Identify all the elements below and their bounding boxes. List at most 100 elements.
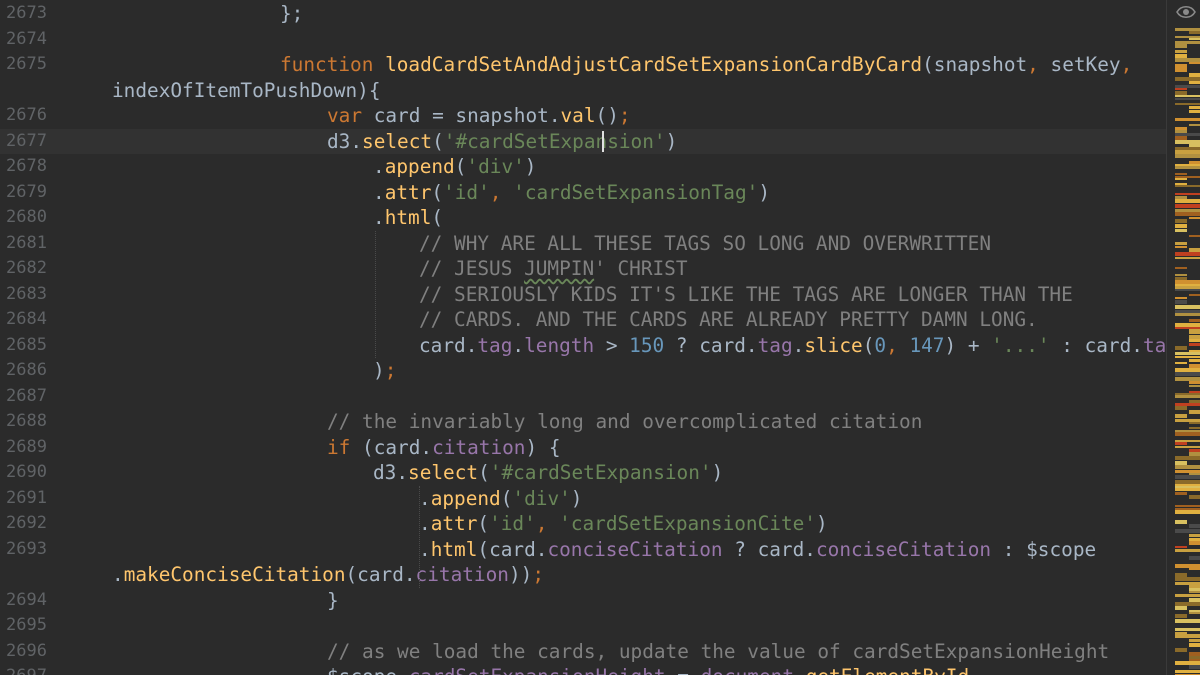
- stripe-marker: [1189, 81, 1200, 84]
- code-line[interactable]: 2677 d3.select('#cardSetExpansion'): [0, 128, 1166, 154]
- code-line[interactable]: 2681 // WHY ARE ALL THESE TAGS SO LONG AN…: [0, 231, 1166, 257]
- stripe-marker: [1175, 297, 1187, 299]
- stripe-marker: [1175, 570, 1200, 572]
- line-number: 2674: [6, 28, 47, 49]
- code-line[interactable]: .makeConciseCitation(card.citation));: [0, 562, 1166, 588]
- line-number: 2690: [6, 462, 47, 482]
- code-text: // SERIOUSLY KIDS IT'S LIKE THE TAGS ARE…: [419, 282, 1073, 308]
- code-token: conciseCitation: [815, 537, 992, 561]
- code-text: // CARDS. AND THE CARDS ARE ALREADY PRET…: [419, 307, 1038, 333]
- code-line[interactable]: 2693 .html(card.conciseCitation ? card.co…: [0, 537, 1166, 563]
- code-text: // the invariably long and overcomplicat…: [327, 409, 922, 435]
- stripe-marker: [1175, 219, 1187, 223]
- code-token: (: [431, 180, 444, 204]
- code-text: .attr('id', 'cardSetExpansionCite'): [419, 511, 828, 537]
- code-line[interactable]: 2683 // SERIOUSLY KIDS IT'S LIKE THE TAGS…: [0, 282, 1166, 308]
- stripe-marker: [1175, 188, 1200, 192]
- stripe-marker: [1175, 242, 1187, 245]
- stripe-marker: [1175, 442, 1187, 445]
- code-line[interactable]: 2679 .attr('id', 'cardSetExpansionTag'): [0, 180, 1166, 206]
- stripe-marker: [1175, 274, 1187, 276]
- line-number: 2691: [6, 487, 47, 508]
- code-line[interactable]: 2696 // as we load the cards, update the …: [0, 639, 1166, 665]
- code-text: }: [327, 588, 339, 614]
- code-token: loadCardSetAndAdjustCardSetExpansionCard…: [385, 53, 923, 76]
- code-token: setKey: [1050, 53, 1121, 76]
- stripe-marker: [1175, 362, 1187, 364]
- stripe-marker: [1175, 100, 1200, 102]
- stripe-marker: [1175, 465, 1200, 469]
- code-token: html: [430, 537, 478, 561]
- code-line[interactable]: 2694}: [0, 588, 1166, 614]
- eye-icon[interactable]: [1176, 4, 1196, 20]
- stripe-marker: [1189, 665, 1200, 669]
- code-token: ): [815, 512, 828, 535]
- code-token: (card.: [362, 435, 433, 459]
- code-token: ,: [535, 512, 560, 535]
- code-line[interactable]: 2676 var card = snapshot.val();: [0, 103, 1166, 129]
- code-line[interactable]: 2685 card.tag.length > 150 ? card.tag.sli…: [0, 333, 1178, 359]
- stripe-marker: [1175, 577, 1200, 581]
- code-token: val: [560, 104, 596, 127]
- stripe-marker: [1175, 238, 1200, 241]
- stripe-marker: [1175, 475, 1200, 479]
- stripe-marker: [1189, 639, 1200, 642]
- code-line[interactable]: 2673};: [0, 1, 1166, 27]
- code-line[interactable]: 2686);: [0, 358, 1166, 384]
- stripe-marker: [1175, 372, 1200, 376]
- code-line[interactable]: 2680 .html(: [0, 205, 1166, 231]
- stripe-marker: [1189, 110, 1200, 113]
- code-line[interactable]: 2678 .append('div'): [0, 154, 1166, 180]
- code-line[interactable]: 2692 .attr('id', 'cardSetExpansionCite'): [0, 511, 1166, 537]
- code-token: (: [431, 206, 444, 229]
- code-line[interactable]: 2689 if (card.citation) {: [0, 435, 1166, 461]
- code-token: tag: [757, 333, 793, 357]
- code-line[interactable]: 2675 function loadCardSetAndAdjustCardSet…: [0, 52, 1166, 78]
- stripe-marker: [1175, 628, 1200, 631]
- code-token: citation: [415, 563, 509, 586]
- stripe-marker: [1175, 257, 1200, 259]
- code-token: ) {: [525, 435, 561, 459]
- code-line[interactable]: 2690 d3.select('#cardSetExpansion'): [0, 460, 1166, 486]
- line-number: 2678: [6, 156, 47, 176]
- code-token: .: [373, 155, 385, 178]
- code-token: 'cardSetExpansionCite': [559, 512, 816, 535]
- code-token: // as we load the cards, update the valu…: [327, 639, 1110, 663]
- code-text: // WHY ARE ALL THESE TAGS SO LONG AND OV…: [419, 231, 991, 257]
- code-line[interactable]: 2684 // CARDS. AND THE CARDS ARE ALREADY …: [0, 307, 1166, 333]
- code-token: ,: [886, 333, 910, 357]
- error-stripe-markers: [1175, 28, 1200, 675]
- code-token: card.: [419, 333, 478, 357]
- code-line[interactable]: 2682 // JESUS JUMPIN' CHRIST: [0, 256, 1166, 282]
- stripe-marker: [1175, 88, 1187, 90]
- code-line[interactable]: indexOfItemToPushDown){: [0, 78, 1166, 104]
- code-line[interactable]: 2697 $scope.cardSetExpansionHeight = docu…: [0, 664, 1166, 675]
- code-token: }: [327, 588, 339, 612]
- code-token: ): [524, 155, 537, 178]
- code-token: ? card.: [664, 333, 758, 357]
- line-number: 2693: [6, 538, 47, 559]
- code-token: 'div': [512, 486, 571, 510]
- indent-guide: [419, 485, 420, 588]
- code-token: (: [477, 512, 490, 535]
- stripe-marker: [1175, 446, 1200, 448]
- code-token: ) +: [944, 333, 992, 357]
- code-token: '...': [991, 333, 1050, 357]
- stripe-marker: [1189, 331, 1200, 334]
- code-token: : card.: [1049, 333, 1143, 357]
- stripe-marker: [1175, 606, 1187, 610]
- line-number: 2689: [6, 436, 47, 457]
- code-token: (card.: [345, 563, 416, 586]
- code-text: .html(: [373, 205, 443, 231]
- error-stripe-scrollbar[interactable]: [1166, 0, 1200, 675]
- code-line[interactable]: 2688 // the invariably long and overcompl…: [0, 409, 1166, 435]
- code-text: );: [373, 358, 396, 384]
- code-line[interactable]: 2687: [0, 384, 1166, 410]
- code-editor[interactable]: 2673}; 2674 2675 function loadCardSetAndAdj…: [0, 0, 1200, 675]
- code-line[interactable]: 2674: [0, 27, 1166, 53]
- stripe-marker: [1189, 552, 1200, 555]
- code-text: // JESUS JUMPIN' CHRIST: [419, 256, 688, 282]
- code-line[interactable]: 2691 .append('div'): [0, 486, 1166, 512]
- code-line[interactable]: 2695: [0, 613, 1166, 639]
- code-token: .: [373, 206, 385, 229]
